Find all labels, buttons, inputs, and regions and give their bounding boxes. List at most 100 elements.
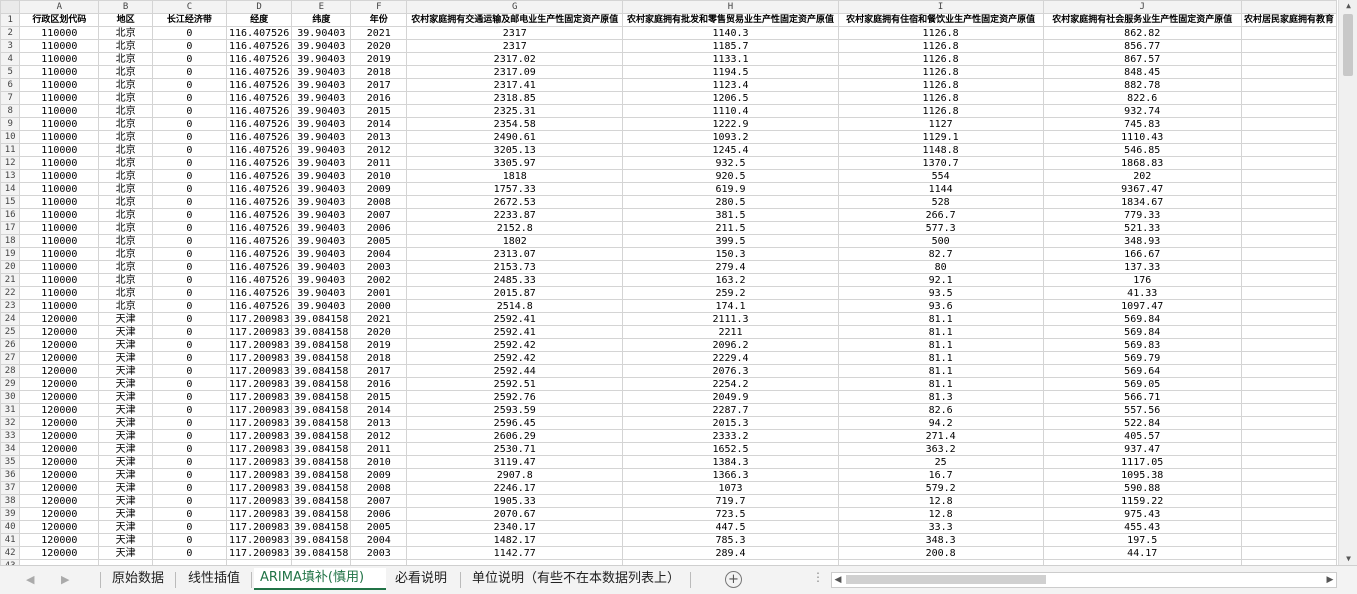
data-cell[interactable]: 279.4	[622, 260, 839, 274]
data-cell[interactable]: 39.084158	[291, 416, 352, 430]
header-cell[interactable]: 长江经济带	[151, 13, 228, 27]
data-cell[interactable]: 2006	[350, 221, 408, 235]
data-cell[interactable]: 117.200983	[226, 468, 293, 482]
row-number[interactable]: 7	[0, 91, 21, 105]
data-cell[interactable]: 2325.31	[406, 104, 624, 118]
data-cell[interactable]	[1240, 260, 1337, 274]
data-cell[interactable]: 2211	[622, 325, 839, 339]
data-cell[interactable]: 120000	[19, 455, 100, 469]
data-cell[interactable]: 2018	[350, 351, 408, 365]
data-cell[interactable]: 110000	[19, 26, 100, 40]
data-cell[interactable]: 2340.17	[406, 520, 624, 534]
data-cell[interactable]: 81.3	[837, 390, 1044, 404]
data-cell[interactable]: 120000	[19, 364, 100, 378]
data-cell[interactable]: 1384.3	[622, 455, 839, 469]
data-cell[interactable]: 2012	[350, 143, 408, 157]
data-cell[interactable]: 39.90403	[291, 221, 352, 235]
data-cell[interactable]: 117.200983	[226, 416, 293, 430]
data-cell[interactable]: 110000	[19, 91, 100, 105]
data-cell[interactable]: 2002	[350, 273, 408, 287]
column-header-d[interactable]: D	[226, 0, 293, 14]
select-all-corner[interactable]	[0, 0, 21, 14]
data-cell[interactable]: 937.47	[1042, 442, 1242, 456]
data-cell[interactable]: 0	[151, 169, 228, 183]
scroll-right-icon[interactable]: ▶	[1324, 573, 1336, 587]
row-number[interactable]: 36	[0, 468, 21, 482]
data-cell[interactable]: 120000	[19, 338, 100, 352]
vertical-scrollbar[interactable]: ▲ ▼	[1338, 0, 1357, 565]
data-cell[interactable]: 天津	[98, 325, 153, 339]
data-cell[interactable]: 2592.51	[406, 377, 624, 391]
data-cell[interactable]: 1222.9	[622, 117, 839, 131]
row-number[interactable]: 12	[0, 156, 21, 170]
data-cell[interactable]: 2011	[350, 156, 408, 170]
data-cell[interactable]: 2049.9	[622, 390, 839, 404]
data-cell[interactable]: 779.33	[1042, 208, 1242, 222]
data-cell[interactable]	[1240, 494, 1337, 508]
row-number[interactable]: 21	[0, 273, 21, 287]
data-cell[interactable]: 北京	[98, 208, 153, 222]
data-cell[interactable]	[1240, 507, 1337, 521]
data-cell[interactable]: 北京	[98, 221, 153, 235]
data-cell[interactable]: 2592.76	[406, 390, 624, 404]
data-cell[interactable]: 163.2	[622, 273, 839, 287]
tab-raw-data[interactable]: 原始数据	[106, 569, 170, 589]
data-cell[interactable]: 94.2	[837, 416, 1044, 430]
data-cell[interactable]: 北京	[98, 299, 153, 313]
data-cell[interactable]	[1240, 182, 1337, 196]
data-cell[interactable]: 39.90403	[291, 117, 352, 131]
data-cell[interactable]: 天津	[98, 338, 153, 352]
column-header-h[interactable]: H	[622, 0, 839, 14]
data-cell[interactable]: 北京	[98, 104, 153, 118]
data-cell[interactable]: 110000	[19, 182, 100, 196]
tab-must-read[interactable]: 必看说明	[389, 569, 453, 589]
data-cell[interactable]: 116.407526	[226, 39, 293, 53]
data-cell[interactable]	[1240, 91, 1337, 105]
data-cell[interactable]	[1240, 117, 1337, 131]
data-cell[interactable]: 2490.61	[406, 130, 624, 144]
data-cell[interactable]: 39.90403	[291, 143, 352, 157]
add-sheet-icon[interactable]: +	[725, 571, 742, 588]
data-cell[interactable]: 2246.17	[406, 481, 624, 495]
data-cell[interactable]: 39.084158	[291, 546, 352, 560]
data-cell[interactable]	[1240, 169, 1337, 183]
data-cell[interactable]: 2015	[350, 390, 408, 404]
row-number[interactable]: 24	[0, 312, 21, 326]
data-cell[interactable]	[1240, 429, 1337, 443]
data-cell[interactable]: 39.084158	[291, 442, 352, 456]
data-cell[interactable]: 120000	[19, 533, 100, 547]
data-cell[interactable]: 2017	[350, 78, 408, 92]
data-cell[interactable]: 1142.77	[406, 546, 624, 560]
row-number[interactable]: 41	[0, 533, 21, 547]
data-cell[interactable]: 2592.42	[406, 351, 624, 365]
row-number[interactable]: 30	[0, 390, 21, 404]
data-cell[interactable]: 110000	[19, 130, 100, 144]
data-cell[interactable]: 39.90403	[291, 52, 352, 66]
data-cell[interactable]: 280.5	[622, 195, 839, 209]
data-cell[interactable]: 882.78	[1042, 78, 1242, 92]
data-cell[interactable]: 2592.41	[406, 312, 624, 326]
data-cell[interactable]: 110000	[19, 143, 100, 157]
data-cell[interactable]: 117.200983	[226, 351, 293, 365]
data-cell[interactable]: 39.084158	[291, 377, 352, 391]
data-cell[interactable]: 117.200983	[226, 403, 293, 417]
data-cell[interactable]: 2096.2	[622, 338, 839, 352]
data-cell[interactable]: 0	[151, 455, 228, 469]
row-number[interactable]: 29	[0, 377, 21, 391]
data-cell[interactable]: 0	[151, 52, 228, 66]
data-cell[interactable]: 0	[151, 78, 228, 92]
data-cell[interactable]: 166.67	[1042, 247, 1242, 261]
data-cell[interactable]: 2016	[350, 91, 408, 105]
data-cell[interactable]: 120000	[19, 520, 100, 534]
data-cell[interactable]: 39.90403	[291, 260, 352, 274]
data-cell[interactable]: 259.2	[622, 286, 839, 300]
data-cell[interactable]: 0	[151, 481, 228, 495]
data-cell[interactable]: 天津	[98, 364, 153, 378]
data-cell[interactable]: 0	[151, 533, 228, 547]
data-cell[interactable]: 0	[151, 117, 228, 131]
data-cell[interactable]: 39.90403	[291, 104, 352, 118]
data-cell[interactable]: 39.90403	[291, 286, 352, 300]
next-sheet-icon[interactable]: ▶	[61, 573, 69, 586]
data-cell[interactable]: 北京	[98, 26, 153, 40]
data-cell[interactable]: 2596.45	[406, 416, 624, 430]
